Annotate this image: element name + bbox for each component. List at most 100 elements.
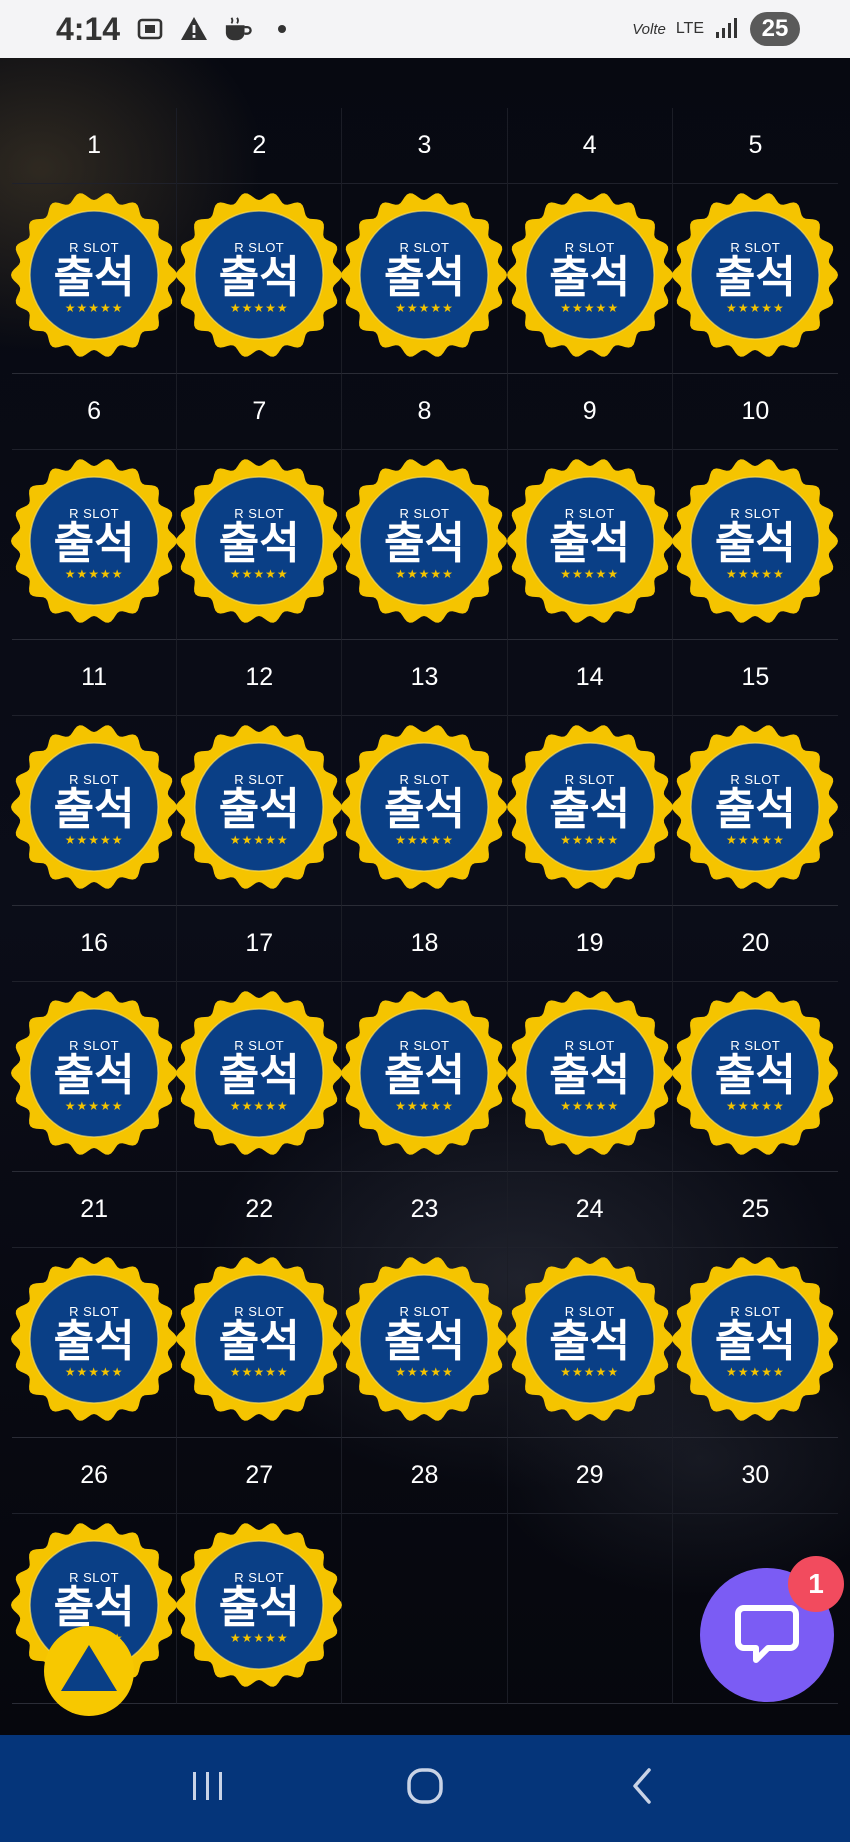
stamp-word: 출석 [714,252,796,302]
dot-icon [268,15,296,43]
status-bar: 4:14 Volte LTE 25 [0,0,850,58]
calendar-day-cell: 2 R SLOT 출석 ★★★★★ [176,108,343,374]
calendar-day-cell: 8 R SLOT 출석 ★★★★★ [341,374,508,640]
day-number: 18 [342,906,507,982]
attendance-stamp: R SLOT출석★★★★★ [341,458,508,624]
calendar-day-cell: 23 R SLOT 출석 ★★★★★ [341,1172,508,1438]
calendar-day-cell: 25 R SLOT 출석 ★★★★★ [672,1172,839,1438]
stamp-stars: ★★★★★ [560,566,620,581]
stamp-word: 출석 [549,1316,631,1366]
calendar-day-cell: 13 R SLOT 출석 ★★★★★ [341,640,508,906]
day-number: 30 [672,1438,838,1514]
attendance-stamp: R SLOT출석★★★★★ [506,990,673,1156]
calendar-day-cell: 17 R SLOT 출석 ★★★★★ [176,906,343,1172]
calendar-day-cell: 21 R SLOT 출석 ★★★★★ [11,1172,178,1438]
stamp-word: 출석 [53,784,135,834]
calendar-day-cell: 15 R SLOT 출석 ★★★★★ [672,640,839,906]
attendance-stamp: R SLOT출석★★★★★ [506,458,673,624]
stamp-stars: ★★★★★ [395,1364,454,1379]
scroll-top-button[interactable] [44,1626,134,1716]
attendance-page: 1 R SLOT 출석 ★★★★★ 2 R SLOT 출석 ★★★★★ 3 R SLOT 출석 ★★★… [0,58,850,1735]
day-number: 23 [342,1172,507,1248]
stamp-stars: ★★★★★ [64,832,124,847]
stamp-word: 출석 [384,1050,465,1100]
calendar-day-cell: 18 R SLOT 출석 ★★★★★ [341,906,508,1172]
day-number: 10 [672,374,838,450]
attendance-stamp: R SLOT출석★★★★★ [672,990,839,1156]
screenshot-icon [136,15,164,43]
stamp-word: 출석 [714,1316,796,1366]
day-number: 13 [342,640,507,716]
stamp-word: 출석 [714,1050,796,1100]
calendar-day-cell: 7 R SLOT 출석 ★★★★★ [176,374,343,640]
stamp-stars: ★★★★★ [395,566,454,581]
attendance-stamp: R SLOT출석★★★★★ [176,1522,343,1688]
status-left: 4:14 [56,11,296,48]
attendance-stamp: R SLOT출석★★★★★ [176,192,343,358]
recent-apps-button[interactable] [168,1759,248,1819]
calendar-day-cell: 20 R SLOT 출석 ★★★★★ [672,906,839,1172]
stamp-word: 출석 [53,518,135,568]
day-number: 25 [672,1172,838,1248]
day-number: 2 [177,108,342,184]
attendance-stamp: R SLOT출석★★★★★ [672,724,839,890]
back-button[interactable] [602,1759,682,1819]
stamp-word: 출석 [218,252,300,302]
attendance-stamp: R SLOT출석★★★★★ [672,192,839,358]
stamp-stars: ★★★★★ [64,566,124,581]
day-number: 3 [342,108,507,184]
day-number: 4 [507,108,672,184]
attendance-stamp: R SLOT출석★★★★★ [11,990,178,1156]
stamp-stars: ★★★★★ [395,300,454,315]
day-number: 17 [177,906,342,982]
calendar-day-cell: 27 R SLOT 출석 ★★★★★ [176,1438,343,1704]
attendance-stamp: R SLOT출석★★★★★ [506,724,673,890]
stamp-stars: ★★★★★ [64,300,124,315]
coffee-icon [224,15,252,43]
day-number: 8 [342,374,507,450]
day-number: 19 [507,906,672,982]
status-right: Volte LTE 25 [632,12,800,46]
attendance-stamp: R SLOT출석★★★★★ [341,1256,508,1422]
day-number: 9 [507,374,672,450]
stamp-stars: ★★★★★ [64,1098,124,1113]
stamp-stars: ★★★★★ [725,1364,785,1379]
day-number: 11 [12,640,177,716]
calendar-day-cell: 28 [342,1438,508,1704]
home-button[interactable] [385,1759,465,1819]
attendance-stamp: R SLOT출석★★★★★ [506,1256,673,1422]
stamp-word: 출석 [384,1316,465,1366]
day-number: 7 [177,374,342,450]
network-label: LTE [675,20,704,37]
day-number: 24 [507,1172,672,1248]
calendar-day-cell: 1 R SLOT 출석 ★★★★★ [11,108,178,374]
attendance-stamp: R SLOT출석★★★★★ [11,1256,178,1422]
calendar-day-cell: 10 R SLOT 출석 ★★★★★ [672,374,839,640]
calendar-day-cell: 6 R SLOT 출석 ★★★★★ [11,374,178,640]
stamp-word: 출석 [549,784,631,834]
stamp-stars: ★★★★★ [725,300,785,315]
stamp-word: 출석 [549,518,631,568]
day-number: 22 [177,1172,342,1248]
back-icon [627,1766,657,1811]
day-number: 26 [12,1438,177,1514]
attendance-stamp: R SLOT출석★★★★★ [341,990,508,1156]
stamp-stars: ★★★★★ [229,1630,289,1645]
day-number: 16 [12,906,177,982]
calendar-day-cell: 3 R SLOT 출석 ★★★★★ [341,108,508,374]
day-number: 21 [12,1172,177,1248]
stamp-word: 출석 [384,518,465,568]
stamp-word: 출석 [53,252,135,302]
stamp-stars: ★★★★★ [229,1364,289,1379]
stamp-stars: ★★★★★ [560,1364,620,1379]
calendar-day-cell: 16 R SLOT 출석 ★★★★★ [11,906,178,1172]
attendance-stamp: R SLOT출석★★★★★ [11,458,178,624]
stamp-stars: ★★★★★ [725,566,785,581]
stamp-stars: ★★★★★ [560,832,620,847]
day-number: 1 [12,108,177,184]
status-time: 4:14 [56,10,121,47]
day-number: 29 [507,1438,672,1514]
stamp-word: 출석 [384,252,465,302]
chat-unread-badge: 1 [788,1556,844,1612]
stamp-word: 출석 [53,1582,135,1632]
